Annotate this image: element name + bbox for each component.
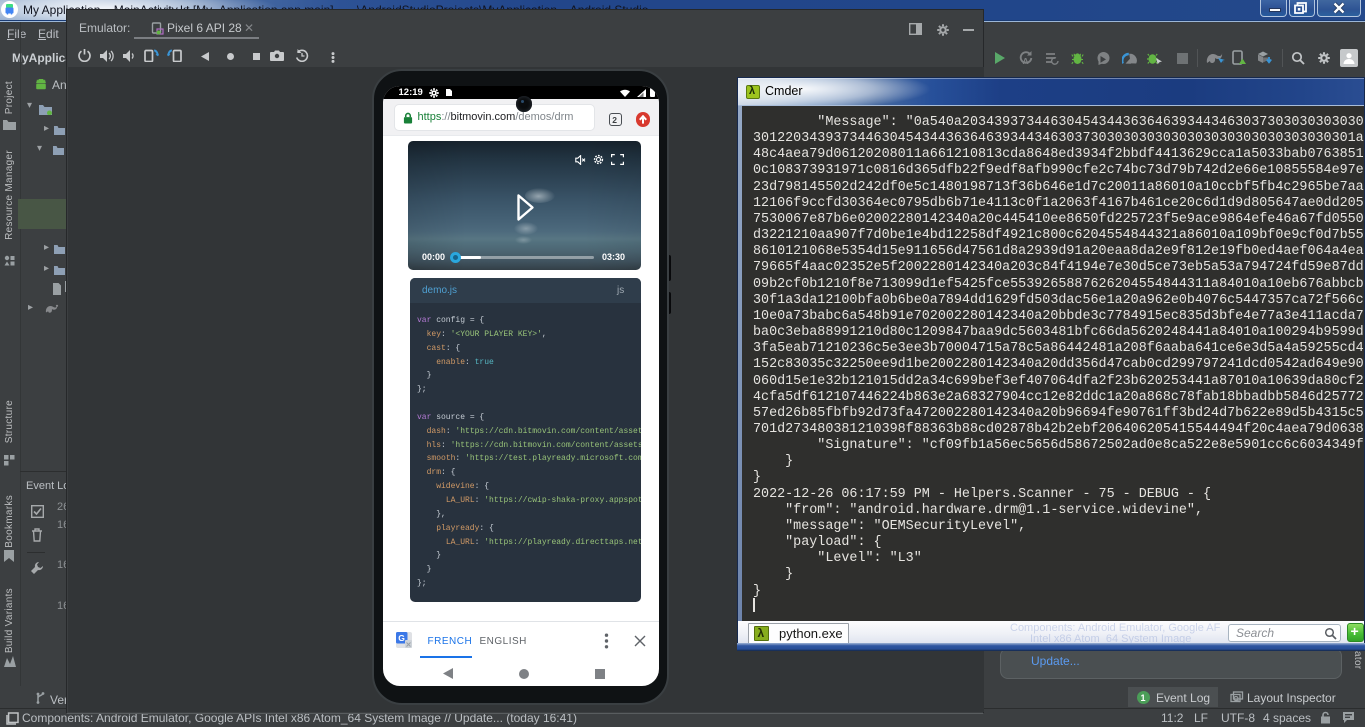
svg-text:G: G <box>398 633 405 643</box>
svg-text:A: A <box>1023 56 1029 65</box>
